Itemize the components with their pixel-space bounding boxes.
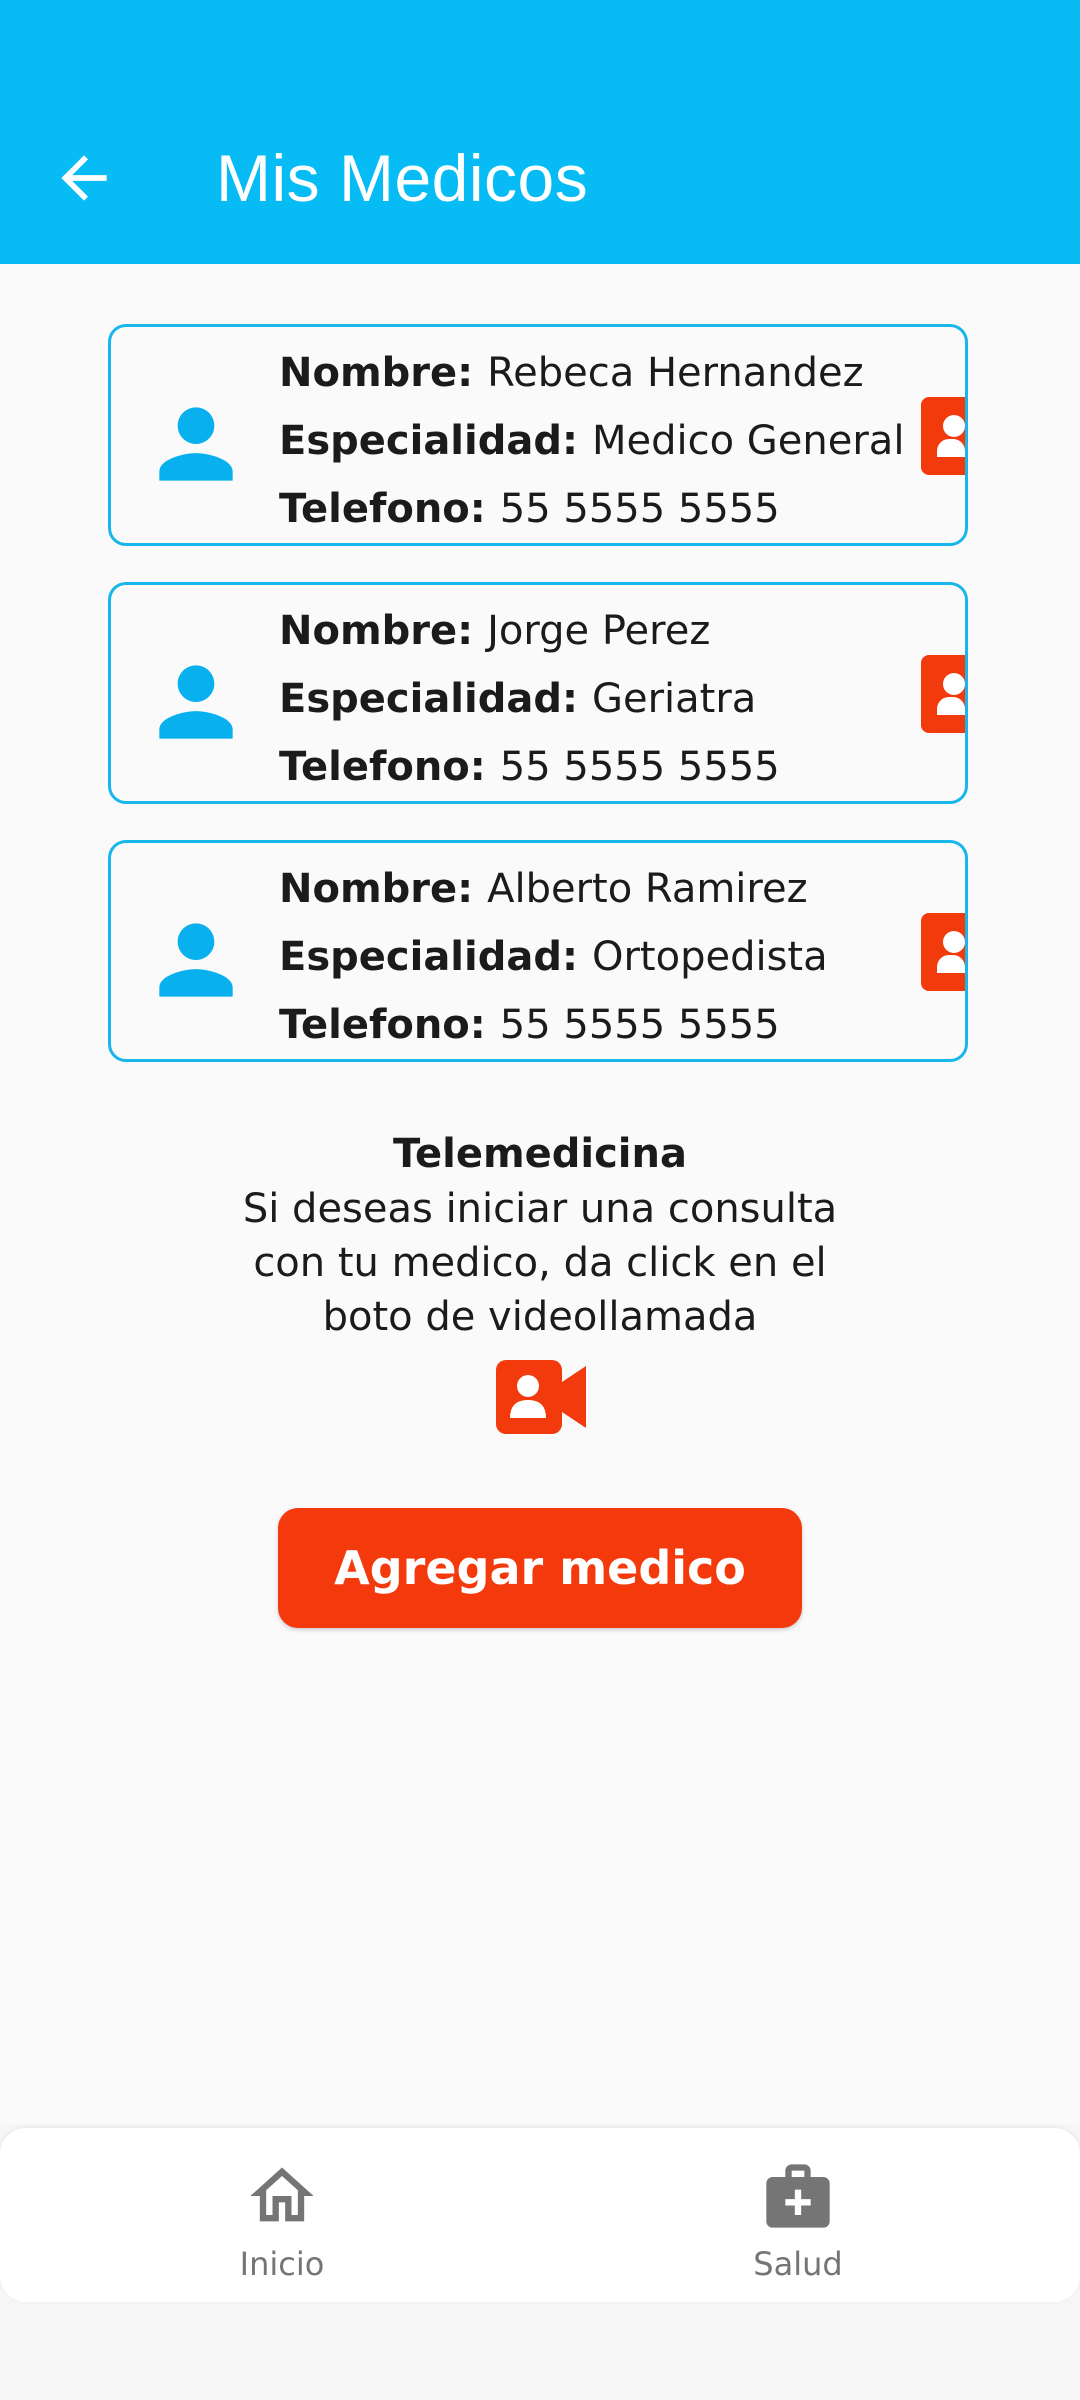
doctor-name: Nombre: Alberto Ramirez — [279, 866, 808, 912]
doctor-specialty: Especialidad: Ortopedista — [279, 934, 828, 980]
doctor-card[interactable]: Nombre: Alberto Ramirez Especialidad: Orto… — [108, 840, 968, 1062]
nav-label-salud: Salud — [753, 2245, 843, 2283]
video-call-icon[interactable] — [921, 397, 965, 475]
doctor-phone: Telefono: 55 5555 5555 — [279, 486, 780, 532]
bottom-navigation: Inicio Salud — [0, 2128, 1080, 2302]
nav-label-inicio: Inicio — [239, 2245, 325, 2283]
back-button[interactable] — [36, 130, 132, 226]
person-icon — [159, 665, 233, 739]
app-bar: Mis Medicos — [0, 0, 1080, 264]
doctor-specialty: Especialidad: Geriatra — [279, 676, 757, 722]
telemedicina-title: Telemedicina — [393, 1131, 687, 1177]
doctor-card[interactable]: Nombre: Jorge Perez Especialidad: Geriatra… — [108, 582, 968, 804]
doctor-card[interactable]: Nombre: Rebeca Hernandez Especialidad: Med… — [108, 324, 968, 546]
telemedicina-description: Si deseas iniciar una consulta con tu me… — [242, 1186, 838, 1340]
video-call-icon[interactable] — [921, 655, 965, 733]
person-icon — [159, 407, 233, 481]
arrow-back-icon — [61, 155, 107, 201]
person-icon — [159, 923, 233, 997]
doctor-name: Nombre: Rebeca Hernandez — [279, 350, 864, 396]
nav-item-inicio[interactable]: Inicio — [182, 2158, 382, 2284]
doctor-name: Nombre: Jorge Perez — [279, 608, 711, 654]
doctor-phone: Telefono: 55 5555 5555 — [279, 1002, 780, 1048]
doctor-specialty: Especialidad: Medico General — [279, 418, 905, 464]
home-icon — [250, 2167, 314, 2222]
nav-item-salud[interactable]: Salud — [698, 2158, 898, 2284]
medical-kit-icon — [766, 2164, 830, 2228]
telemedicina-section: Telemedicina Si deseas iniciar una consu… — [0, 1126, 1080, 1344]
add-doctor-button[interactable]: Agregar medico — [278, 1508, 802, 1628]
doctor-phone: Telefono: 55 5555 5555 — [279, 744, 780, 790]
video-call-icon[interactable] — [921, 913, 965, 991]
video-call-icon — [496, 1360, 586, 1434]
page-title: Mis Medicos — [216, 141, 589, 215]
